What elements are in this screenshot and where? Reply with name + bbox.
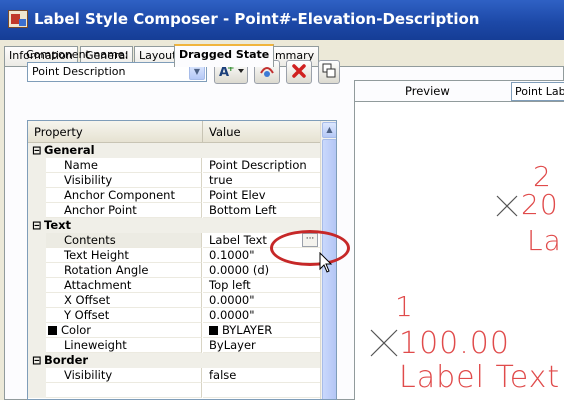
table-row[interactable] — [28, 383, 320, 398]
grid-header: Property Value — [28, 121, 320, 143]
table-row[interactable]: Rotation Angle 0.0000 (d) — [28, 263, 320, 278]
point-marker-icon — [496, 195, 518, 217]
property-value[interactable]: 0.0000" — [203, 308, 320, 323]
property-name: Anchor Point — [46, 203, 202, 218]
preview-style-select[interactable]: Point Label — [511, 82, 564, 101]
table-row[interactable]: Attachment Top left — [28, 278, 320, 293]
property-name: Text Height — [46, 248, 202, 263]
category-border[interactable]: ⊟ Border — [28, 353, 320, 368]
preview-point-elevation: 20 — [521, 188, 559, 221]
highlight-callout — [270, 230, 350, 266]
preview-canvas: 2 20 La 1 100.00 Label Text — [354, 102, 564, 400]
table-row[interactable]: Visibility true — [28, 173, 320, 188]
table-row[interactable]: Color BYLAYER — [28, 323, 320, 338]
property-name: Attachment — [46, 278, 202, 293]
preview-point-elevation: 100.00 — [399, 326, 510, 361]
property-name: Color — [46, 323, 202, 338]
property-value[interactable]: BYLAYER — [203, 323, 320, 338]
property-name: Anchor Component — [46, 188, 202, 203]
category-text[interactable]: ⊟ Text — [28, 218, 320, 233]
preview-point-description: La — [527, 224, 562, 257]
color-swatch-icon — [48, 326, 57, 335]
property-value[interactable]: true — [203, 173, 320, 188]
value-column-header[interactable]: Value — [203, 121, 320, 143]
category-label: General — [44, 143, 95, 157]
table-row[interactable]: Visibility false — [28, 368, 320, 383]
property-value[interactable]: ByLayer — [203, 338, 320, 353]
component-name-value: Point Description — [32, 65, 126, 78]
property-value[interactable]: Bottom Left — [203, 203, 320, 218]
property-value[interactable]: Top left — [203, 278, 320, 293]
preview-point-description: Label Text — [399, 360, 561, 395]
preview-title: Preview — [405, 84, 450, 98]
mouse-cursor-icon — [319, 252, 333, 273]
property-name-text: Color — [61, 323, 92, 337]
collapse-icon[interactable]: ⊟ — [32, 218, 42, 233]
table-row[interactable]: X Offset 0.0000" — [28, 293, 320, 308]
property-value[interactable]: 0.0000" — [203, 293, 320, 308]
property-name: Y Offset — [46, 308, 202, 323]
delete-component-button[interactable] — [286, 60, 312, 84]
property-value[interactable]: Point Elev — [203, 188, 320, 203]
table-row[interactable]: Y Offset 0.0000" — [28, 308, 320, 323]
preview-header: Preview Point Label — [354, 80, 564, 102]
property-name: Contents — [46, 233, 202, 248]
title-bar: Label Style Composer - Point#-Elevation-… — [0, 0, 564, 40]
table-row[interactable]: Lineweight ByLayer — [28, 338, 320, 353]
category-label: Border — [44, 353, 89, 367]
property-name: Visibility — [46, 368, 202, 383]
category-general[interactable]: ⊟ General — [28, 143, 320, 158]
point-marker-icon — [370, 329, 398, 357]
delete-component-icon — [292, 64, 306, 78]
property-name: Visibility — [46, 173, 202, 188]
component-name-label: Component name: — [26, 48, 129, 61]
property-name: X Offset — [46, 293, 202, 308]
table-row[interactable]: Anchor Point Bottom Left — [28, 203, 320, 218]
table-row[interactable]: Anchor Component Point Elev — [28, 188, 320, 203]
label-style-composer-icon — [8, 10, 28, 28]
property-value[interactable]: false — [203, 368, 320, 383]
property-name: Rotation Angle — [46, 263, 202, 278]
property-name: Lineweight — [46, 338, 202, 353]
component-draw-order-button[interactable] — [318, 60, 340, 84]
category-label: Text — [44, 218, 72, 232]
window-title: Label Style Composer - Point#-Elevation-… — [34, 10, 480, 28]
property-name: Name — [46, 158, 202, 173]
color-swatch-icon — [209, 326, 218, 335]
scroll-up-icon[interactable]: ▲ — [322, 122, 336, 138]
collapse-icon[interactable]: ⊟ — [32, 353, 42, 368]
preview-point-number: 1 — [395, 290, 414, 323]
property-value-text: BYLAYER — [222, 323, 273, 337]
tab-dragged-state[interactable]: Dragged State — [174, 44, 275, 67]
component-draw-order-icon — [322, 63, 336, 78]
collapse-icon[interactable]: ⊟ — [32, 143, 42, 158]
property-column-header[interactable]: Property — [28, 121, 203, 143]
property-value[interactable]: Point Description — [203, 158, 320, 173]
table-row[interactable]: Name Point Description — [28, 158, 320, 173]
